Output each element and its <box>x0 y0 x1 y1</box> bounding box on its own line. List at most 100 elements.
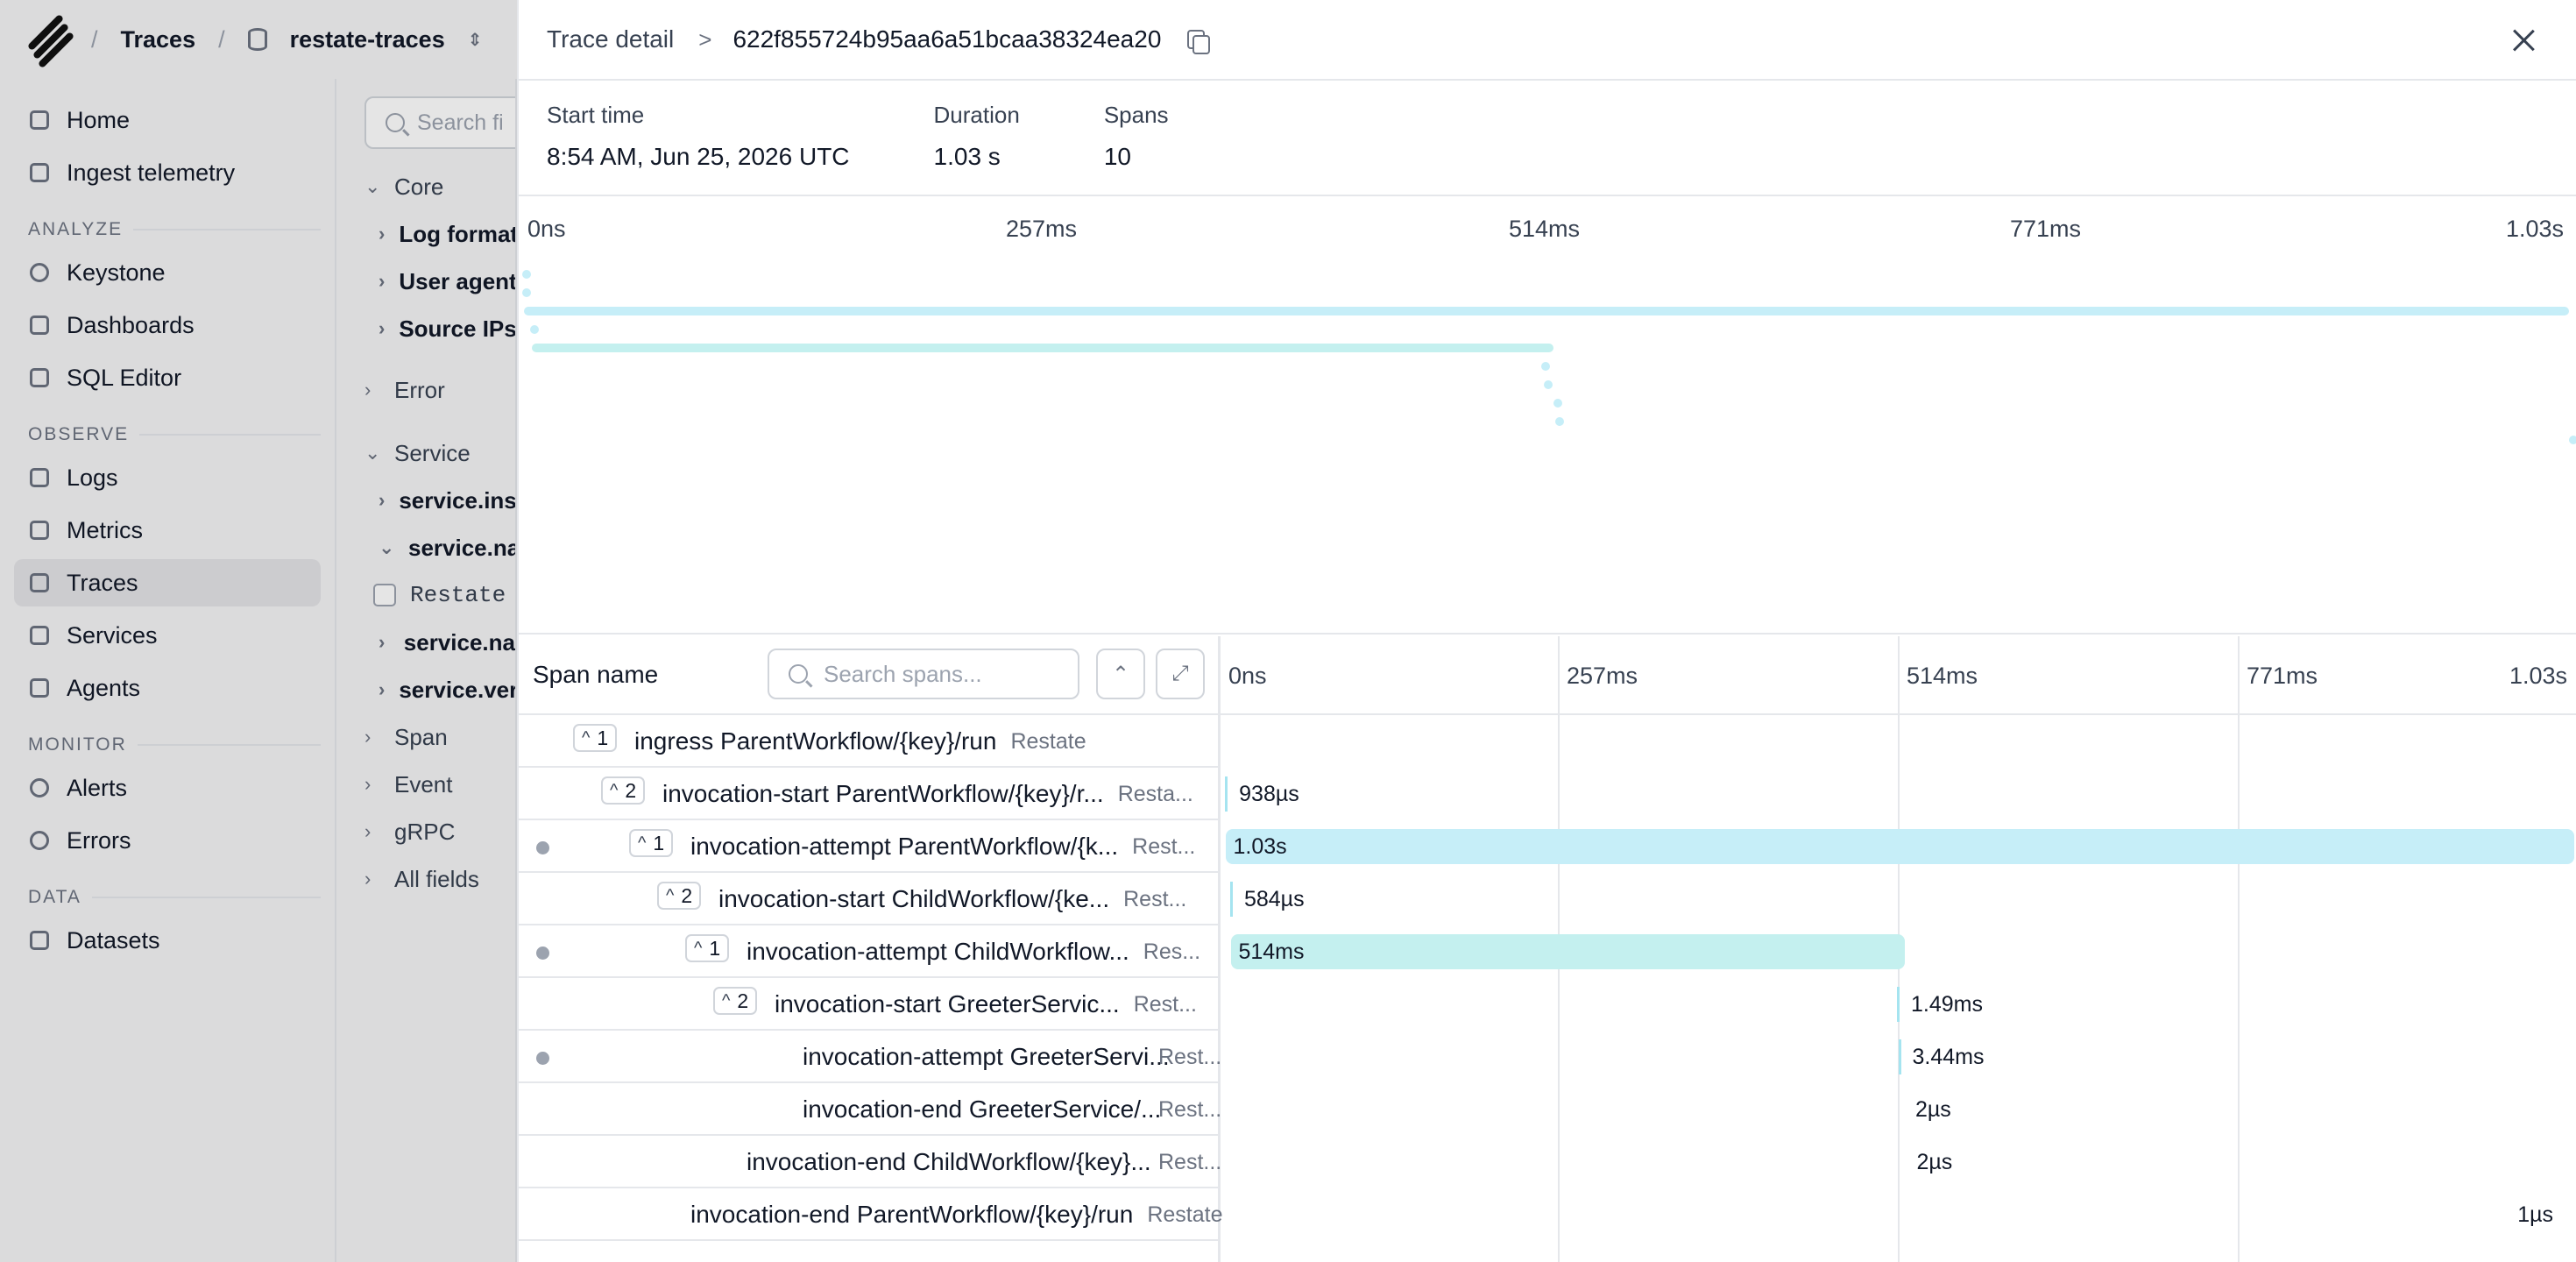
field-row[interactable]: › service.ver <box>364 666 515 713</box>
field-row[interactable]: › Span <box>364 713 515 761</box>
span-list: Span name Search spans... ⌃ ⤢ 0ns 257ms 51… <box>519 636 2576 1262</box>
sidebar-item-sql-editor[interactable]: SQL Editor <box>14 354 321 401</box>
field-row[interactable]: › Log format <box>364 210 515 258</box>
span-row[interactable]: invocation-end ParentWorkflow/{key}/run R… <box>519 1188 2576 1241</box>
span-search-input[interactable]: Search spans... <box>768 649 1079 699</box>
field-row[interactable]: › Error <box>364 366 515 414</box>
chevron-updown-icon[interactable]: ⇕ <box>468 29 483 51</box>
child-count-badge[interactable]: ^ 2 <box>601 776 646 805</box>
field-row[interactable]: › service.ins <box>364 477 515 524</box>
sidebar-item-label: Logs <box>67 464 118 491</box>
overview-tick-label: 771ms <box>2010 216 2082 242</box>
sidebar-item-agents[interactable]: Agents <box>14 664 321 712</box>
span-name-cell[interactable]: ^ 2 invocation-start GreeterServic... Rest.… <box>519 978 1218 1031</box>
span-row[interactable]: invocation-attempt GreeterServi... Rest..… <box>519 1031 2576 1083</box>
sidebar-item-datasets[interactable]: Datasets <box>14 917 321 964</box>
span-row[interactable]: invocation-end GreeterService/... Rest...… <box>519 1083 2576 1136</box>
field-row[interactable]: › User agent <box>364 258 515 305</box>
sidebar-item-traces[interactable]: Traces <box>14 559 321 606</box>
sidebar-item-errors[interactable]: Errors <box>14 817 321 864</box>
field-panel: Search fi ⌄ Core › Log format › User agent › So… <box>336 79 517 1262</box>
sidebar-item-metrics[interactable]: Metrics <box>14 507 321 554</box>
field-row[interactable]: ⌄ Core <box>364 163 515 210</box>
expand-all-button[interactable]: ⤢ <box>1156 649 1205 699</box>
dataset-selector[interactable]: restate-traces <box>290 26 445 53</box>
field-row[interactable]: › service.na <box>364 619 515 666</box>
span-name-cell[interactable]: ^ 1 invocation-attempt ParentWorkflow/{k..… <box>519 820 1218 873</box>
field-row[interactable]: › Source IPs <box>364 305 515 352</box>
sidebar-item-ingest-telemetry[interactable]: Ingest telemetry <box>14 149 321 196</box>
field-row-label: Span <box>394 723 448 750</box>
field-row[interactable]: › gRPC <box>364 808 515 855</box>
span-duration-bar[interactable] <box>1231 934 1905 969</box>
copy-icon[interactable] <box>1185 28 1211 54</box>
checkbox[interactable] <box>373 584 396 606</box>
traces-icon <box>30 573 49 592</box>
field-row-label: Event <box>394 770 453 798</box>
field-row[interactable]: › All fields <box>364 855 515 903</box>
child-count-badge[interactable]: ^ 2 <box>657 882 702 910</box>
sidebar-item-alerts[interactable]: Alerts <box>14 764 321 812</box>
child-count-badge[interactable]: ^ 1 <box>629 829 674 857</box>
span-name-cell[interactable]: invocation-end GreeterService/... Rest... <box>519 1083 1222 1136</box>
field-row-label: User agent <box>399 267 517 294</box>
chevron-right-icon: › <box>379 223 386 245</box>
sidebar-item-home[interactable]: Home <box>14 96 321 144</box>
span-duration-bar[interactable] <box>1898 1039 1901 1074</box>
list-divider <box>1218 636 1221 715</box>
chevron-right-icon: › <box>379 678 386 700</box>
sidebar-item-logs[interactable]: Logs <box>14 454 321 501</box>
child-count-badge[interactable]: ^ 2 <box>713 987 758 1015</box>
trace-overview-minimap[interactable]: 0ns 257ms 514ms 771ms 1.03s <box>519 196 2576 635</box>
span-duration-bar[interactable] <box>1225 776 1228 812</box>
child-count: 1 <box>597 726 609 749</box>
sidebar-item-services[interactable]: Services <box>14 612 321 659</box>
span-name: invocation-start GreeterServic... <box>775 990 1120 1017</box>
breadcrumb-traces[interactable]: Traces <box>121 26 196 53</box>
field-row[interactable]: Restate <box>364 571 515 619</box>
span-duration-bar[interactable] <box>1226 829 2574 864</box>
span-duration-bar[interactable] <box>1229 882 1233 917</box>
overview-tick-label: 0ns <box>527 216 566 242</box>
field-row[interactable]: ⌄ service.na <box>364 524 515 571</box>
logo-icon[interactable] <box>26 13 75 69</box>
child-count: 1 <box>709 936 721 960</box>
span-duration-label: 3.44ms <box>1912 1045 1985 1069</box>
overview-tick-label: 514ms <box>1509 216 1581 242</box>
sidebar-item-dashboards[interactable]: Dashboards <box>14 301 321 349</box>
span-row[interactable]: ^ 1 ingress ParentWorkflow/{key}/run Restat… <box>519 715 2576 768</box>
span-name-cell[interactable]: invocation-end ChildWorkflow/{key}... Res… <box>519 1136 1221 1188</box>
span-row[interactable]: ^ 2 invocation-start GreeterServic... Rest.… <box>519 978 2576 1031</box>
span-name-cell[interactable]: invocation-end ParentWorkflow/{key}/run R… <box>519 1188 1222 1241</box>
span-row[interactable]: ^ 1 invocation-attempt ChildWorkflow... Res… <box>519 925 2576 978</box>
span-service: Rest... <box>1158 1097 1222 1122</box>
span-name: invocation-end GreeterService/... <box>803 1095 1162 1123</box>
span-row[interactable]: ^ 1 invocation-attempt ParentWorkflow/{k..… <box>519 820 2576 873</box>
span-service: Rest... <box>1133 992 1197 1017</box>
close-icon[interactable] <box>2509 26 2537 54</box>
span-row[interactable]: ^ 2 invocation-start ParentWorkflow/{key}/… <box>519 768 2576 820</box>
span-name-cell[interactable]: ^ 2 invocation-start ChildWorkflow/{ke... R… <box>519 873 1218 925</box>
span-name-cell[interactable]: ^ 1 invocation-attempt ChildWorkflow... Res… <box>519 925 1218 978</box>
span-name-cell[interactable]: ^ 2 invocation-start ParentWorkflow/{key}/… <box>519 768 1218 820</box>
span-row[interactable]: invocation-end ChildWorkflow/{key}... Res… <box>519 1136 2576 1188</box>
collapse-all-button[interactable]: ⌃ <box>1096 649 1145 699</box>
sidebar-item-keystone[interactable]: Keystone <box>14 249 321 296</box>
breadcrumb-trace-detail[interactable]: Trace detail <box>547 25 674 53</box>
child-count-badge[interactable]: ^ 1 <box>685 934 730 962</box>
span-duration-bar[interactable] <box>1897 987 1900 1022</box>
status-dot <box>536 841 549 854</box>
field-row[interactable]: › Event <box>364 761 515 808</box>
span-name-cell[interactable]: invocation-attempt GreeterServi... Rest..… <box>519 1031 1221 1083</box>
field-search-input[interactable]: Search fi <box>364 96 515 149</box>
field-row-label: service.ins <box>399 486 517 514</box>
child-count-badge[interactable]: ^ 1 <box>573 724 618 752</box>
span-name: invocation-start ChildWorkflow/{ke... <box>718 885 1110 912</box>
sidebar-section-data: DATA <box>14 887 321 908</box>
span-name-cell[interactable]: ^ 1 ingress ParentWorkflow/{key}/run Restat… <box>519 715 1218 768</box>
field-list: ⌄ Core › Log format › User agent › Source IPs › E… <box>364 163 515 903</box>
field-row[interactable]: ⌄ Service <box>364 429 515 477</box>
chevron-right-icon: › <box>364 868 372 890</box>
span-row[interactable]: ^ 2 invocation-start ChildWorkflow/{ke... R… <box>519 873 2576 925</box>
plus-icon <box>30 163 49 182</box>
